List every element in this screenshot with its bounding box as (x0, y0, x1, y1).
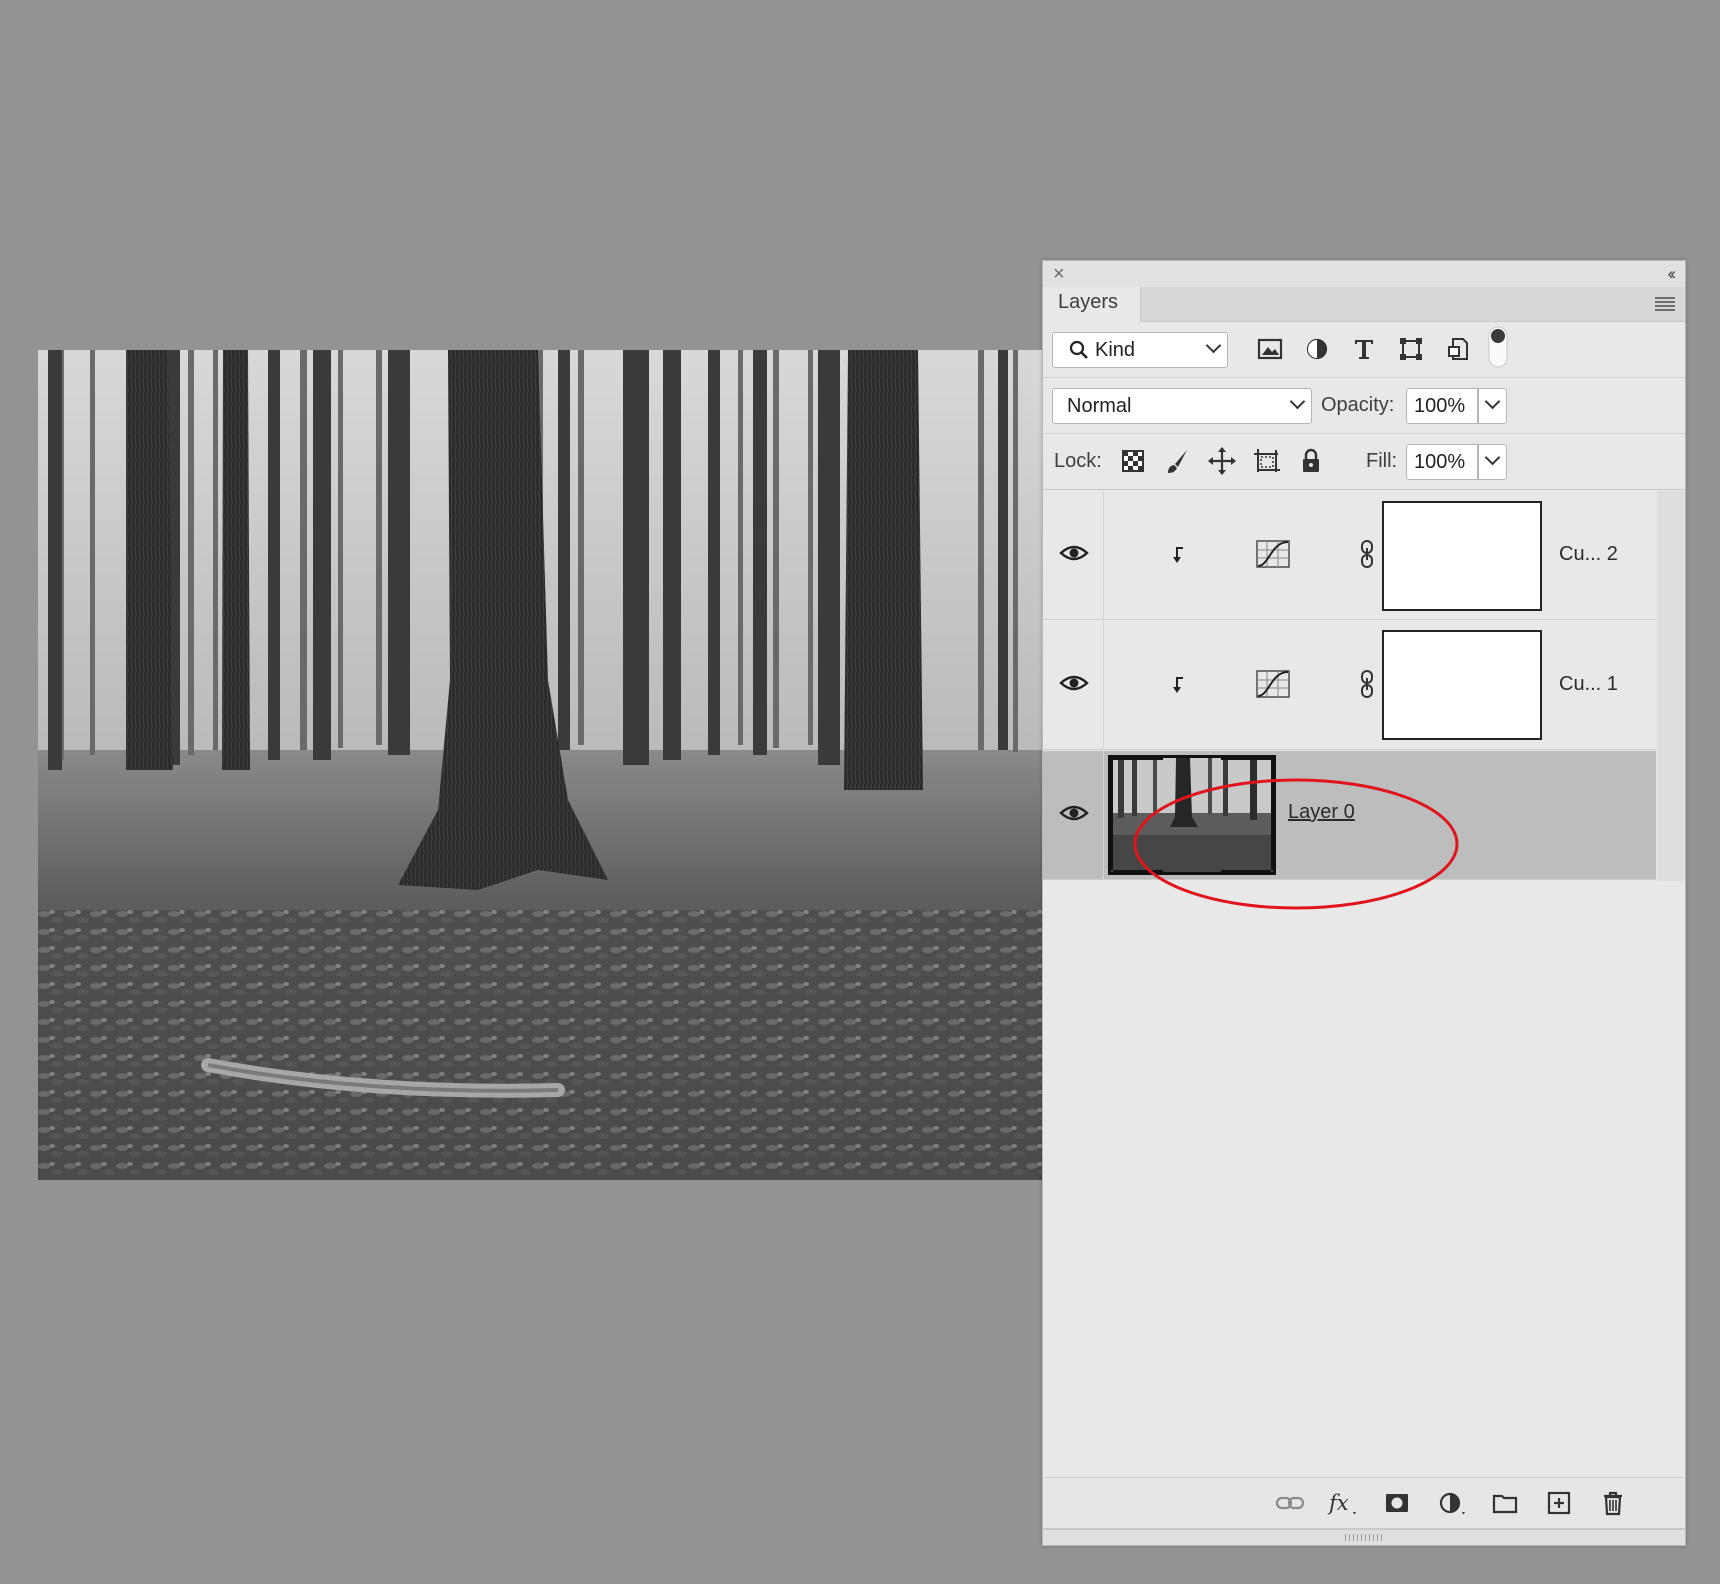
image-filter-icon[interactable] (1253, 332, 1287, 366)
type-filter-icon[interactable] (1347, 332, 1381, 366)
lock-label: Lock: (1054, 450, 1102, 472)
layer-row-layer-0[interactable]: Layer 0 (1043, 751, 1656, 880)
blend-mode-dropdown[interactable]: Normal (1052, 388, 1312, 424)
shape-filter-icon[interactable] (1394, 332, 1428, 366)
fill-field[interactable]: 100% (1406, 444, 1478, 480)
svg-text:fx: fx (1327, 1491, 1349, 1515)
kind-filter-dropdown[interactable]: Kind (1052, 332, 1228, 368)
layer-name[interactable]: Layer 0 (1288, 801, 1355, 824)
mask-link-icon[interactable] (1360, 539, 1374, 569)
panel-bottom-toolbar: fx (1043, 1477, 1685, 1527)
filter-row: Kind (1043, 322, 1685, 378)
search-icon (1069, 340, 1088, 359)
fx-icon[interactable]: fx (1327, 1490, 1359, 1516)
lock-image-pixels-icon[interactable] (1161, 444, 1195, 478)
panel-tab-row: Layers (1043, 287, 1685, 322)
blend-mode-value: Normal (1067, 395, 1132, 417)
chevron-down-icon (1484, 393, 1501, 410)
tab-layers[interactable]: Layers (1043, 287, 1141, 322)
chevron-down-icon (1205, 337, 1222, 354)
new-adjustment-icon[interactable] (1437, 1490, 1469, 1516)
opacity-label: Opacity: (1321, 394, 1395, 416)
lock-transparent-pixels-icon[interactable] (1116, 444, 1150, 478)
kind-label: Kind (1095, 339, 1136, 361)
layer-thumbnail[interactable] (1108, 755, 1276, 875)
fill-stepper[interactable] (1478, 444, 1507, 480)
opacity-stepper[interactable] (1478, 388, 1507, 424)
document-canvas[interactable] (38, 350, 1043, 1180)
layer-mask-thumbnail[interactable] (1382, 501, 1542, 611)
link-layers-icon[interactable] (1275, 1490, 1305, 1516)
visibility-eye-icon[interactable] (1059, 801, 1089, 825)
layer-mask-thumbnail[interactable] (1382, 630, 1542, 740)
column-divider (1103, 491, 1104, 619)
layer-row-curves-1[interactable]: Cu... 1 (1043, 621, 1656, 750)
delete-layer-icon[interactable] (1599, 1490, 1627, 1516)
opacity-field[interactable]: 100% (1406, 388, 1478, 424)
close-icon[interactable]: × (1053, 262, 1065, 286)
adjustment-filter-icon[interactable] (1300, 332, 1334, 366)
visibility-eye-icon[interactable] (1059, 671, 1089, 695)
filter-toggle-icon[interactable] (1486, 324, 1510, 370)
opacity-value: 100% (1414, 395, 1466, 417)
smart-object-filter-icon[interactable] (1441, 332, 1475, 366)
chevron-down-icon (1484, 449, 1501, 466)
lock-all-icon[interactable] (1294, 444, 1328, 478)
layer-name[interactable]: Cu... 2 (1559, 543, 1618, 566)
panel-resize-grip[interactable] (1043, 1528, 1685, 1545)
panel-titlebar: × ‹‹ (1043, 261, 1685, 287)
lock-row: Lock: Fill: 100% (1043, 434, 1685, 490)
lock-artboard-icon[interactable] (1250, 444, 1284, 478)
visibility-eye-icon[interactable] (1059, 541, 1089, 565)
collapse-panel-icon[interactable]: ‹‹ (1668, 263, 1677, 285)
layers-scrollbar[interactable] (1657, 491, 1685, 881)
blend-row: Normal Opacity: 100% (1043, 378, 1685, 434)
column-divider (1103, 621, 1104, 749)
new-layer-icon[interactable] (1545, 1490, 1573, 1516)
lock-position-icon[interactable] (1205, 444, 1239, 478)
clipping-mask-arrow-icon (1173, 547, 1183, 563)
layers-list: Cu... 2 Cu... 1 Layer 0 (1043, 491, 1656, 881)
layer-row-curves-2[interactable]: Cu... 2 (1043, 491, 1656, 620)
fill-value: 100% (1414, 451, 1466, 473)
chevron-down-icon (1289, 393, 1306, 410)
new-group-icon[interactable] (1491, 1490, 1519, 1516)
mask-link-icon[interactable] (1360, 669, 1374, 699)
curves-adjustment-icon (1256, 540, 1290, 568)
column-divider (1103, 751, 1104, 879)
add-mask-icon[interactable] (1383, 1490, 1411, 1516)
fill-label: Fill: (1366, 450, 1398, 472)
clipping-mask-arrow-icon (1173, 677, 1183, 693)
curves-adjustment-icon (1256, 670, 1290, 698)
panel-menu-icon[interactable] (1655, 297, 1675, 313)
layers-panel: × ‹‹ Layers Kind Normal Opacity: 100% Lo… (1042, 260, 1686, 1546)
layer-name[interactable]: Cu... 1 (1559, 673, 1618, 696)
forest-photo (38, 350, 1043, 1180)
